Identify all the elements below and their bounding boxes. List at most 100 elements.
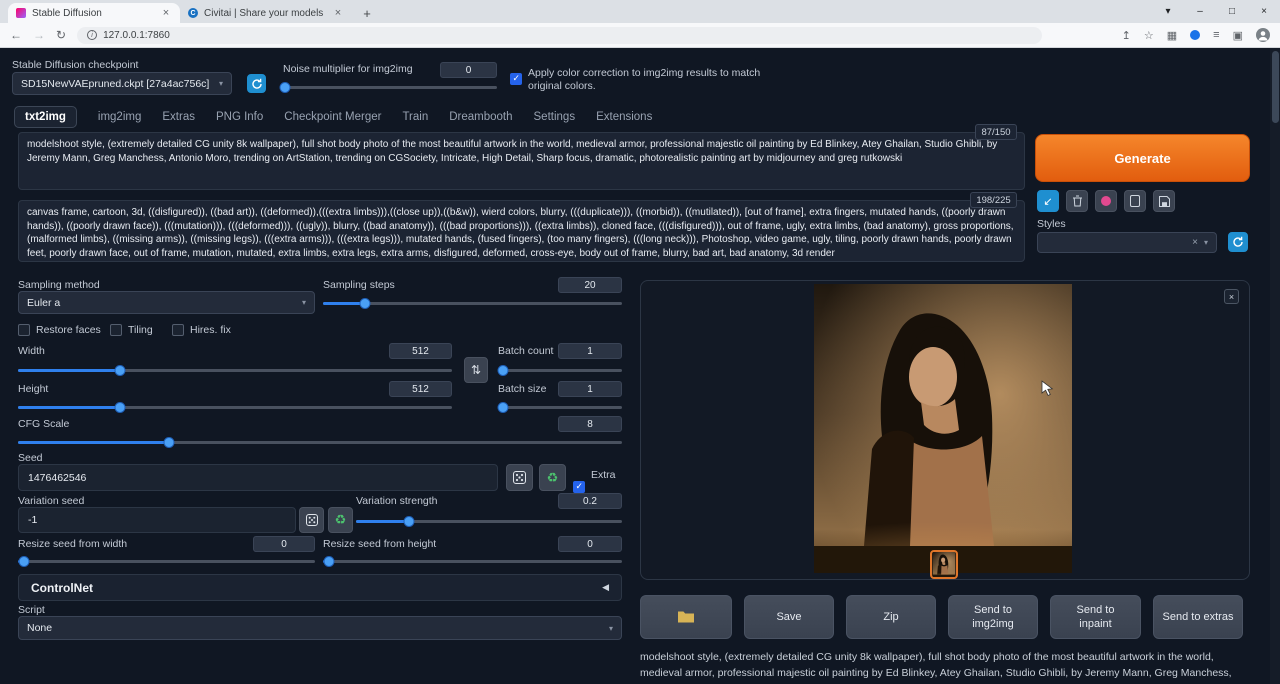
paste-params-button[interactable]: ↙	[1037, 190, 1059, 212]
restore-faces-label: Restore faces	[36, 324, 101, 336]
tab-txt2img[interactable]: txt2img	[14, 106, 77, 128]
script-select[interactable]: None ▾	[18, 616, 622, 640]
extensions-list-icon[interactable]: ≡	[1213, 29, 1219, 41]
site-info-icon[interactable]: i	[87, 30, 97, 40]
noise-multiplier-slider[interactable]	[283, 82, 497, 93]
generated-image[interactable]	[814, 284, 1072, 573]
tab-close-icon[interactable]: ×	[160, 7, 172, 19]
batch-size-slider[interactable]	[498, 402, 622, 413]
clear-prompt-button[interactable]	[1066, 190, 1088, 212]
cfg-scale-slider[interactable]	[18, 437, 622, 448]
variation-strength-slider[interactable]	[356, 516, 622, 527]
window-close-icon[interactable]: ×	[1248, 0, 1280, 23]
tiling-checkbox[interactable]	[110, 324, 122, 336]
tab-train[interactable]: Train	[402, 111, 428, 123]
hires-fix-option[interactable]: Hires. fix	[172, 324, 231, 336]
resize-seed-height-value[interactable]: 0	[558, 536, 622, 552]
restore-faces-option[interactable]: Restore faces	[18, 324, 101, 336]
tab-title: Stable Diffusion	[32, 8, 154, 19]
negative-prompt-input[interactable]: canvas frame, cartoon, 3d, ((disfigured)…	[18, 200, 1025, 262]
resize-seed-width-value[interactable]: 0	[253, 536, 315, 552]
variation-seed-input[interactable]	[18, 507, 296, 533]
generate-button[interactable]: Generate	[1035, 134, 1250, 182]
reuse-variation-seed-button[interactable]: ♻	[328, 507, 353, 533]
variation-strength-value[interactable]: 0.2	[558, 493, 622, 509]
tab-extras[interactable]: Extras	[162, 111, 195, 123]
styles-refresh-button[interactable]	[1228, 232, 1248, 252]
sampling-steps-value[interactable]: 20	[558, 277, 622, 293]
checkpoint-refresh-button[interactable]	[247, 74, 266, 93]
stable-diffusion-favicon-icon	[16, 8, 26, 18]
share-icon[interactable]: ↥	[1122, 29, 1131, 42]
sampling-steps-slider[interactable]	[323, 298, 622, 309]
new-tab-button[interactable]: +	[358, 4, 376, 22]
width-slider[interactable]	[18, 365, 452, 376]
tab-close-icon[interactable]: ×	[332, 7, 344, 19]
browser-tab-civitai[interactable]: C Civitai | Share your models ×	[180, 3, 352, 23]
swap-dimensions-button[interactable]: ⇅	[464, 357, 488, 383]
forward-icon[interactable]: →	[33, 28, 45, 42]
browser-tab-stable-diffusion[interactable]: Stable Diffusion ×	[8, 3, 180, 23]
width-value[interactable]: 512	[389, 343, 452, 359]
checkpoint-label: Stable Diffusion checkpoint	[12, 59, 138, 71]
extra-seed-checkbox[interactable]	[573, 481, 585, 493]
height-value[interactable]: 512	[389, 381, 452, 397]
tab-extensions[interactable]: Extensions	[596, 111, 652, 123]
gallery-thumbnail[interactable]	[930, 550, 958, 579]
thumbnail-image	[932, 552, 956, 577]
send-to-inpaint-button[interactable]: Send to inpaint	[1050, 595, 1141, 639]
resize-seed-height-slider[interactable]	[323, 556, 622, 567]
zip-button[interactable]: Zip	[846, 595, 936, 639]
batch-count-slider[interactable]	[498, 365, 622, 376]
styles-select[interactable]: × ▾	[1037, 232, 1217, 253]
address-bar[interactable]: i 127.0.0.1:7860	[77, 27, 1042, 44]
color-correction-checkbox[interactable]	[510, 73, 522, 85]
send-to-img2img-button[interactable]: Send to img2img	[948, 595, 1038, 639]
tab-settings[interactable]: Settings	[534, 111, 576, 123]
restore-faces-checkbox[interactable]	[18, 324, 30, 336]
send-to-extras-button[interactable]: Send to extras	[1153, 595, 1243, 639]
scrollbar-thumb[interactable]	[1272, 51, 1279, 123]
close-image-button[interactable]: ×	[1224, 289, 1239, 304]
apps-grid-icon[interactable]: ▦	[1167, 29, 1177, 42]
random-variation-seed-button[interactable]	[299, 507, 324, 533]
refresh-page-icon[interactable]: ↻	[56, 28, 66, 42]
resize-seed-width-slider[interactable]	[18, 556, 315, 567]
window-menu-icon[interactable]: ▾	[1152, 0, 1184, 23]
tab-png-info[interactable]: PNG Info	[216, 111, 263, 123]
controlnet-accordion[interactable]: ControlNet ◀	[18, 574, 622, 601]
checkpoint-select[interactable]: SD15NewVAEpruned.ckpt [27a4ac756c] ▾	[12, 72, 232, 95]
tab-img2img[interactable]: img2img	[98, 111, 141, 123]
batch-size-value[interactable]: 1	[558, 381, 622, 397]
prompt-input[interactable]: modelshoot style, (extremely detailed CG…	[18, 132, 1025, 190]
clear-styles-icon[interactable]: ×	[1192, 237, 1198, 248]
window-maximize-icon[interactable]: □	[1216, 0, 1248, 23]
seed-input[interactable]	[18, 464, 498, 491]
back-icon[interactable]: ←	[10, 28, 22, 42]
noise-multiplier-value[interactable]: 0	[440, 62, 497, 78]
bookmark-star-icon[interactable]: ☆	[1144, 29, 1154, 42]
extra-networks-button[interactable]	[1095, 190, 1117, 212]
dice-icon	[513, 471, 526, 484]
batch-count-value[interactable]: 1	[558, 343, 622, 359]
tab-checkpoint-merger[interactable]: Checkpoint Merger	[284, 111, 381, 123]
reuse-seed-button[interactable]: ♻	[539, 464, 566, 491]
sampling-method-select[interactable]: Euler a ▾	[18, 291, 315, 314]
media-extension-icon[interactable]	[1190, 30, 1200, 40]
save-button[interactable]: Save	[744, 595, 834, 639]
height-slider[interactable]	[18, 402, 452, 413]
resize-seed-height-label: Resize seed from height	[323, 538, 436, 550]
page-scrollbar[interactable]	[1270, 48, 1280, 684]
tiling-option[interactable]: Tiling	[110, 324, 153, 336]
tab-dreambooth[interactable]: Dreambooth	[449, 111, 512, 123]
open-folder-button[interactable]	[640, 595, 732, 639]
cfg-scale-value[interactable]: 8	[558, 416, 622, 432]
hires-fix-checkbox[interactable]	[172, 324, 184, 336]
random-seed-button[interactable]	[506, 464, 533, 491]
side-panel-icon[interactable]: ▣	[1233, 29, 1243, 42]
noise-multiplier-label: Noise multiplier for img2img	[283, 63, 413, 75]
profile-avatar[interactable]	[1256, 28, 1270, 42]
apply-style-button[interactable]	[1124, 190, 1146, 212]
save-style-button[interactable]	[1153, 190, 1175, 212]
window-minimize-icon[interactable]: –	[1184, 0, 1216, 23]
